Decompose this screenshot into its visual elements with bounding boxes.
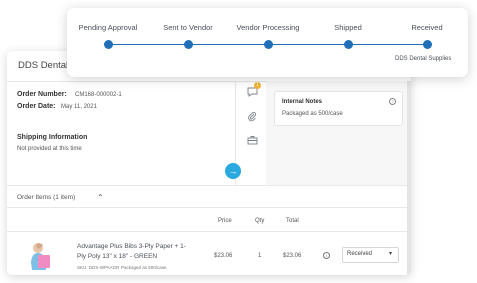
- item-total: $23.06: [283, 253, 302, 259]
- status-step-label: Pending Approval: [78, 23, 138, 32]
- shipping-info-value: Not provided at this time: [17, 146, 82, 152]
- column-header-qty: Qty: [255, 218, 265, 224]
- section-divider: [7, 185, 407, 186]
- next-action-button[interactable]: →: [225, 163, 241, 179]
- status-step-label: Shipped: [334, 23, 362, 32]
- internal-notes-title: Internal Notes: [282, 99, 323, 105]
- shipping-info-label: Shipping Information: [17, 134, 88, 141]
- received-by-label: DDS Dental Supplies: [395, 56, 452, 62]
- table-row: Advantage Plus Bibs 3-Ply Paper + 1- Ply…: [7, 232, 407, 275]
- status-step-dot: [103, 40, 113, 49]
- order-card: DDS Dental Order Number: CM168-000002-1 …: [7, 51, 411, 275]
- briefcase-icon[interactable]: [245, 133, 259, 147]
- item-qty: 1: [258, 253, 262, 259]
- order-card-title: DDS Dental: [18, 60, 69, 71]
- order-number-value: CM168-000002-1: [75, 92, 122, 98]
- product-name-line2[interactable]: Ply Poly 13" x 18" - GREEN: [77, 253, 157, 260]
- chevron-down-icon: ▾: [389, 251, 393, 257]
- product-packaged: Packaged as 500/case: [121, 265, 167, 270]
- product-sku: SKU: DDS-WPAAGR: [77, 265, 120, 270]
- status-step-label: Received: [411, 23, 443, 32]
- column-header-price: Price: [218, 218, 232, 224]
- status-step-dot: [183, 40, 193, 49]
- order-items-header: Order Items (1 item): [17, 194, 76, 201]
- items-divider: [7, 207, 407, 208]
- internal-notes-card: Internal Notes Packaged as 500/case ?: [274, 91, 403, 126]
- order-number-label: Order Number:: [17, 91, 67, 98]
- status-step-dot: [343, 40, 353, 49]
- status-step-dot: [263, 40, 273, 49]
- status-step-label: Sent to Vendor: [163, 23, 213, 32]
- item-price: $23.06: [214, 253, 233, 259]
- status-step-label: Vendor Processing: [236, 23, 300, 32]
- status-select[interactable]: Received ▾: [342, 247, 399, 263]
- chevron-up-icon[interactable]: ⌃: [97, 193, 104, 202]
- comment-count-badge: 1: [254, 82, 261, 89]
- column-header-total: Total: [286, 218, 299, 224]
- order-date-label: Order Date:: [17, 103, 56, 110]
- product-name-line1[interactable]: Advantage Plus Bibs 3-Ply Paper + 1-: [77, 243, 186, 250]
- help-icon[interactable]: ?: [389, 98, 396, 105]
- internal-notes-text: Packaged as 500/case: [282, 111, 343, 117]
- order-date-value: May 11, 2021: [61, 104, 97, 110]
- order-status-tracker: Pending Approval Sent to Vendor Vendor Pro…: [67, 8, 468, 77]
- paperclip-icon[interactable]: [245, 109, 259, 123]
- internal-notes-panel: Internal Notes Packaged as 500/case ?: [266, 81, 407, 185]
- status-step-dot: [422, 40, 432, 49]
- scrollbar-track[interactable]: [407, 81, 411, 275]
- product-image: [26, 240, 58, 272]
- status-select-value: Received: [347, 251, 373, 257]
- info-icon[interactable]: i: [323, 252, 330, 259]
- arrow-right-icon: →: [228, 165, 238, 176]
